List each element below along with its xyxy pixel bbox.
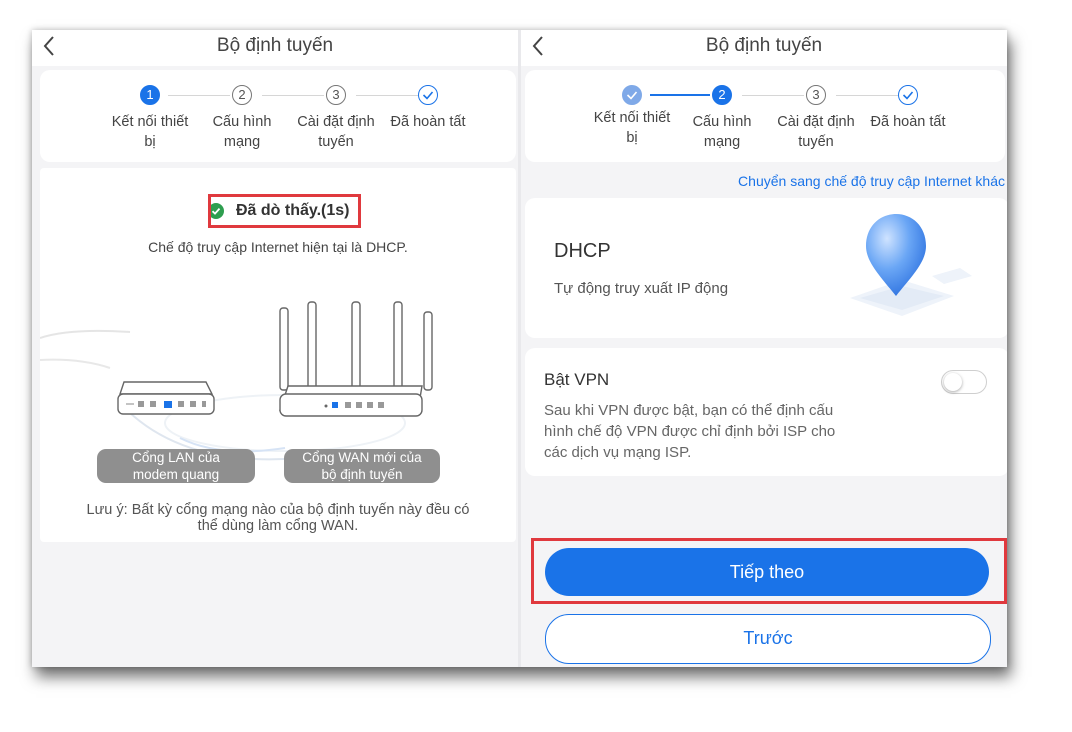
- step-1-label: Kết nối thiết bị: [593, 110, 671, 146]
- vpn-toggle[interactable]: [941, 370, 987, 394]
- step-3-indicator: 3: [326, 85, 346, 105]
- toggle-knob: [944, 373, 962, 391]
- dhcp-card[interactable]: DHCP Tự động truy xuất IP động: [525, 198, 1007, 338]
- step-1-check-icon: [622, 85, 642, 105]
- stepper-card: 1 2 3 Kết nối thiết bị Cấu hình mạng Cài đ…: [40, 70, 516, 162]
- step-2-label: Cấu hình mạng: [212, 114, 272, 150]
- step-connector: [168, 95, 230, 96]
- vpn-card: Bật VPN Sau khi VPN được bật, bạn có thể…: [525, 348, 1007, 476]
- step-1-label: Kết nối thiết bị: [111, 114, 189, 150]
- step-4-label: Đã hoàn tất: [390, 114, 466, 130]
- note-text: Lưu ý: Bất kỳ cổng mạng nào của bộ định …: [86, 502, 470, 534]
- header: Bộ định tuyến: [32, 30, 518, 66]
- access-mode-text: Chế độ truy cập Internet hiện tại là DHC…: [148, 239, 408, 255]
- page-title: Bộ định tuyến: [216, 35, 334, 56]
- wan-port-label: Cổng WAN mới của bộ định tuyến: [284, 449, 440, 483]
- step-3-indicator: 3: [806, 85, 826, 105]
- previous-button[interactable]: Trước: [545, 614, 991, 664]
- detection-card: Đã dò thấy.(1s) Chế độ truy cập Internet…: [40, 168, 516, 542]
- vpn-description: Sau khi VPN được bật, bạn có thể định cấ…: [544, 402, 836, 461]
- right-screen: Bộ định tuyến 2 3 Kết nối thiết bị Cấu h…: [521, 30, 1007, 667]
- step-connector: [742, 95, 804, 96]
- vpn-title: Bật VPN: [544, 370, 610, 389]
- detected-highlight-box: [208, 194, 361, 228]
- left-screen: Bộ định tuyến 1 2 3 Kết nối thiết bị Cấu …: [32, 30, 518, 667]
- step-connector: [262, 95, 324, 96]
- location-pin-icon: [850, 214, 972, 316]
- step-4-check-icon: [418, 85, 438, 105]
- step-4-check-icon: [898, 85, 918, 105]
- page-title: Bộ định tuyến: [705, 35, 823, 56]
- dhcp-title: DHCP: [554, 240, 611, 262]
- step-3-label: Cài đặt định tuyến: [297, 114, 375, 150]
- next-button-highlight-box: [531, 538, 1007, 604]
- step-2-indicator: 2: [232, 85, 252, 105]
- step-connector: [836, 95, 898, 96]
- screenshot-frame: Bộ định tuyến 1 2 3 Kết nối thiết bị Cấu …: [32, 30, 1007, 667]
- dhcp-description: Tự động truy xuất IP động: [554, 280, 729, 297]
- step-connector: [356, 95, 418, 96]
- header: Bộ định tuyến: [521, 30, 1007, 66]
- step-2-label: Cấu hình mạng: [692, 114, 752, 150]
- step-1-indicator: 1: [140, 85, 160, 105]
- step-4-label: Đã hoàn tất: [870, 114, 946, 130]
- switch-mode-link[interactable]: Chuyển sang chế độ truy cập Internet khá…: [738, 173, 1005, 189]
- stepper-card: 2 3 Kết nối thiết bị Cấu hình mạng Cài đặt…: [525, 70, 1005, 162]
- lan-port-label: Cổng LAN của modem quang: [97, 449, 255, 483]
- step-3-label: Cài đặt định tuyến: [777, 114, 855, 150]
- step-2-indicator: 2: [712, 85, 732, 105]
- step-connector-complete: [650, 94, 710, 96]
